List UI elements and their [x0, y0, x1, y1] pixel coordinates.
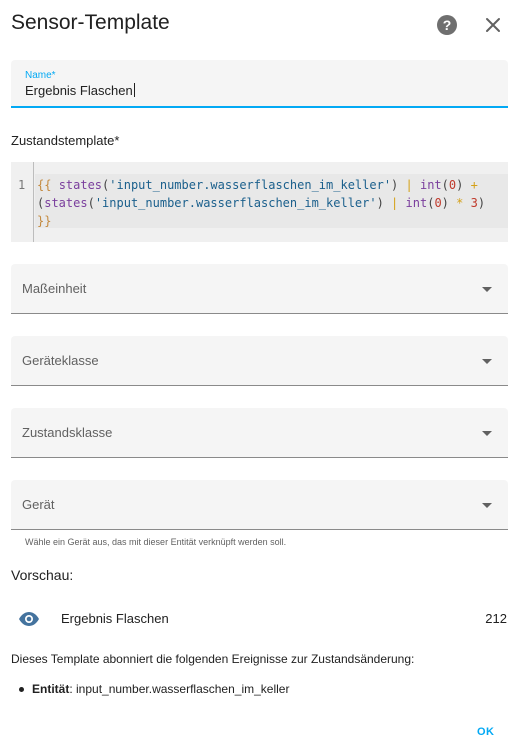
- device-class-select-label: Geräteklasse: [22, 353, 99, 368]
- line-number: 1: [18, 178, 26, 192]
- name-field-label: Name*: [25, 70, 56, 81]
- chevron-down-icon: [482, 503, 492, 508]
- dialog-title: Sensor-Template: [11, 11, 170, 34]
- device-select[interactable]: Gerät: [11, 480, 508, 530]
- preview-label: Vorschau:: [11, 567, 74, 583]
- entity-id: : input_number.wasserflaschen_im_keller: [69, 682, 290, 696]
- help-icon[interactable]: ?: [437, 15, 457, 35]
- editor-gutter: 1: [11, 162, 34, 242]
- chevron-down-icon: [482, 431, 492, 436]
- close-icon[interactable]: [482, 14, 504, 36]
- chevron-down-icon: [482, 359, 492, 364]
- state-class-select-label: Zustandsklasse: [22, 425, 113, 440]
- name-field[interactable]: Name* Ergebnis Flaschen: [11, 60, 508, 108]
- device-helper-text: Wähle ein Gerät aus, das mit dieser Enti…: [25, 537, 287, 547]
- template-code[interactable]: {{ states('input_number.wasserflaschen_i…: [37, 176, 505, 230]
- subscription-description: Dieses Template abonniert die folgenden …: [11, 652, 415, 666]
- preview-state-value: 212: [485, 611, 507, 626]
- state-template-label: Zustandstemplate*: [11, 133, 120, 148]
- dialog-header: Sensor-Template ?: [0, 0, 514, 50]
- unit-select[interactable]: Maßeinheit: [11, 264, 508, 314]
- subscription-entity-item: Entität: input_number.wasserflaschen_im_…: [18, 682, 290, 696]
- device-class-select[interactable]: Geräteklasse: [11, 336, 508, 386]
- device-select-label: Gerät: [22, 497, 55, 512]
- preview-entity-name: Ergebnis Flaschen: [61, 611, 169, 626]
- state-class-select[interactable]: Zustandsklasse: [11, 408, 508, 458]
- chevron-down-icon: [482, 287, 492, 292]
- eye-icon: [19, 612, 39, 626]
- name-field-value[interactable]: Ergebnis Flaschen: [25, 83, 135, 98]
- entity-label: Entität: [32, 682, 70, 696]
- ok-button[interactable]: OK: [477, 726, 495, 738]
- state-template-editor[interactable]: 1 {{ states('input_number.wasserflaschen…: [11, 162, 508, 242]
- unit-select-label: Maßeinheit: [22, 281, 87, 296]
